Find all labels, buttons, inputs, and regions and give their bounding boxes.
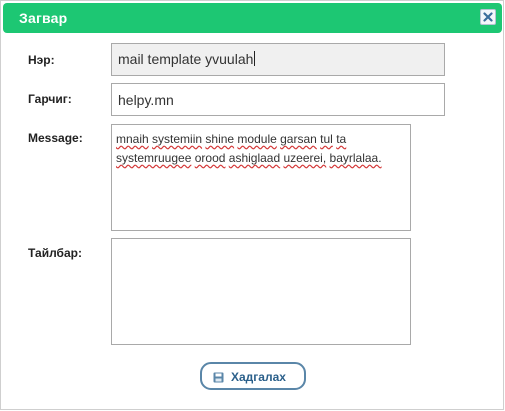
message-text: mnaih systemiin shine module garsan tul … <box>116 132 382 165</box>
subject-input[interactable] <box>111 83 445 116</box>
template-dialog: Загвар Нэр: mail template yvuulah Гарчиг… <box>0 0 504 410</box>
message-label: Message: <box>28 131 83 145</box>
save-button-label: Хадгалах <box>231 370 286 384</box>
note-textarea[interactable] <box>111 238 411 345</box>
close-button[interactable] <box>480 9 496 25</box>
message-word: shine <box>205 132 235 146</box>
message-word: uzeerei, <box>283 151 327 165</box>
message-textarea[interactable]: mnaih systemiin shine module garsan tul … <box>111 124 411 231</box>
message-word: ta <box>336 132 347 146</box>
message-word: systemruugee <box>116 151 192 165</box>
message-word: ashiglaad <box>228 151 281 165</box>
message-word: module <box>237 132 277 146</box>
subject-label: Гарчиг: <box>28 92 72 106</box>
message-word: tul <box>320 132 333 146</box>
name-label: Нэр: <box>28 53 55 67</box>
message-word: garsan <box>280 132 317 146</box>
dialog-title: Загвар <box>19 10 68 26</box>
save-button[interactable]: Хадгалах <box>200 362 306 390</box>
name-input[interactable] <box>111 43 445 76</box>
message-word: orood <box>194 151 226 165</box>
close-icon <box>483 12 493 22</box>
dialog-titlebar[interactable]: Загвар <box>3 3 502 33</box>
message-word: mnaih <box>116 132 149 146</box>
save-icon <box>213 372 224 383</box>
message-word: systemiin <box>152 132 203 146</box>
message-word: bayrlalaa. <box>329 151 382 165</box>
note-label: Тайлбар: <box>28 246 82 260</box>
